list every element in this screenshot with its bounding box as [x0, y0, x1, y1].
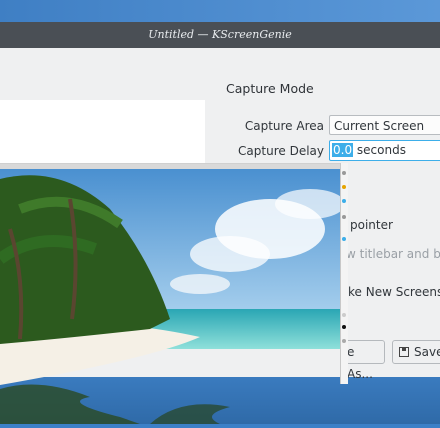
toolbar-dot — [342, 185, 346, 189]
capture-delay-label: Capture Delay — [238, 144, 324, 158]
capture-delay-unit: seconds — [356, 143, 406, 157]
include-pointer-option[interactable]: pointer — [350, 218, 393, 232]
capture-delay-spinbox[interactable]: 0.0 seconds — [329, 140, 440, 161]
toolbar-dot — [342, 237, 346, 241]
toolbar-dot — [342, 199, 346, 203]
toolbar-dot — [342, 325, 346, 329]
capture-area-combobox[interactable]: Current Screen — [329, 115, 440, 135]
capture-area-label: Capture Area — [244, 119, 324, 133]
save-icon — [399, 347, 409, 357]
toolbar-dot — [342, 313, 346, 317]
capture-area-value: Current Screen — [334, 119, 425, 133]
window-title: Untitled — KScreenGenie — [148, 28, 292, 41]
desktop-background-top — [0, 0, 440, 22]
window-titlebar[interactable]: Untitled — KScreenGenie — [0, 22, 440, 48]
include-titlebar-option[interactable]: w titlebar and bor — [346, 247, 440, 261]
capture-mode-heading: Capture Mode — [226, 81, 314, 96]
save-button[interactable]: Save — [392, 340, 440, 364]
screenshot-side-toolbar — [340, 163, 348, 384]
toolbar-dot — [342, 215, 346, 219]
toolbar-dot — [342, 171, 346, 175]
take-new-screenshot-button[interactable]: ke New Screensho — [348, 285, 440, 299]
toolbar-dot — [342, 339, 346, 343]
captured-screenshot-image — [0, 163, 340, 385]
capture-delay-value: 0.0 — [332, 143, 354, 157]
save-as-label: e As... — [347, 345, 373, 381]
save-label: Save — [414, 345, 440, 359]
beach-image — [0, 169, 340, 385]
